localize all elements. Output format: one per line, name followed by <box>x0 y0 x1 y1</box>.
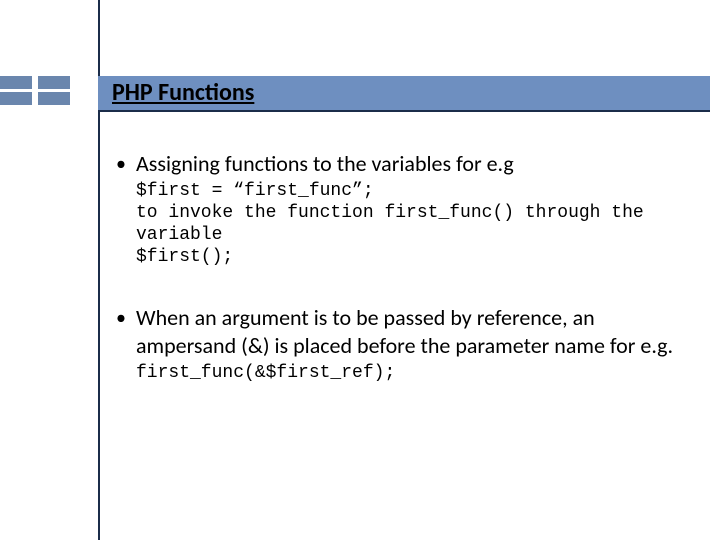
code-block: first_func(&$first_ref); <box>136 362 680 384</box>
decorative-square <box>38 92 70 105</box>
slide: PHP Functions • Assigning functions to t… <box>0 0 720 540</box>
decorative-square <box>0 92 32 105</box>
bullet-dot-icon: • <box>116 150 136 298</box>
slide-content: • Assigning functions to the variables f… <box>116 150 680 390</box>
bullet-body: Assigning functions to the variables for… <box>136 150 680 298</box>
title-underline <box>98 110 710 112</box>
bullet-item: • When an argument is to be passed by re… <box>116 304 680 384</box>
slide-title: PHP Functions <box>112 78 254 107</box>
bullet-text: Assigning functions to the variables for… <box>136 150 680 178</box>
bullet-body: When an argument is to be passed by refe… <box>136 304 680 384</box>
decorative-square <box>38 76 70 89</box>
bullet-text: When an argument is to be passed by refe… <box>136 304 680 360</box>
bullet-item: • Assigning functions to the variables f… <box>116 150 680 298</box>
bullet-dot-icon: • <box>116 304 136 384</box>
decorative-square <box>0 76 32 89</box>
code-block: $first = “first_func”; to invoke the fun… <box>136 180 680 268</box>
decorative-squares-row2 <box>0 92 88 120</box>
